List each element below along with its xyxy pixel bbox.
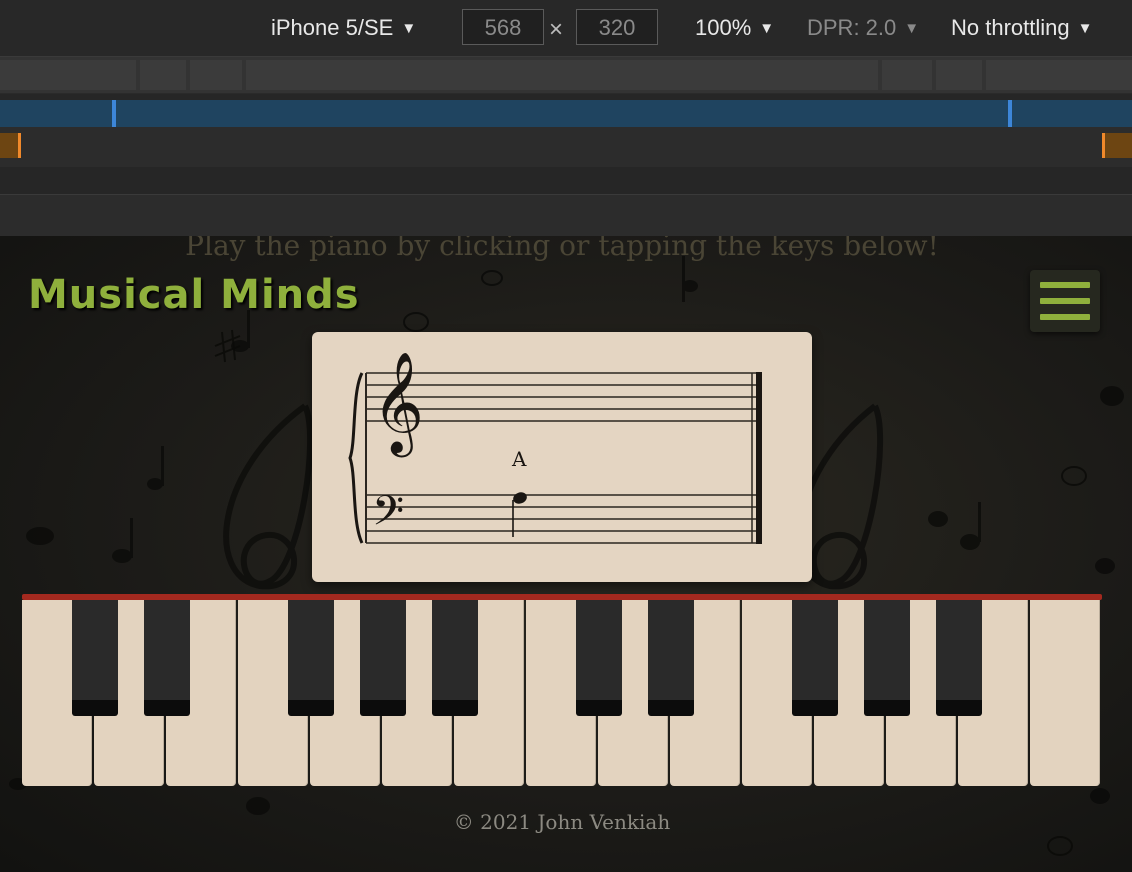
- hamburger-icon: [1040, 282, 1090, 288]
- media-query-segment[interactable]: [986, 60, 1132, 90]
- treble-clef-icon: 𝄞: [372, 350, 424, 458]
- media-query-segment[interactable]: [246, 60, 878, 90]
- throttling-select[interactable]: No throttling ▼: [951, 0, 1092, 56]
- chevron-down-icon: ▼: [759, 20, 775, 37]
- black-key[interactable]: [576, 600, 622, 716]
- zoom-select[interactable]: 100% ▼: [695, 0, 774, 56]
- tagline: Play the piano by clicking or tapping th…: [185, 236, 939, 262]
- zoom-select-label: 100%: [695, 15, 752, 40]
- hamburger-icon: [1040, 314, 1090, 320]
- black-key[interactable]: [864, 600, 910, 716]
- device-select[interactable]: iPhone 5/SE ▼: [271, 0, 416, 56]
- media-query-segment[interactable]: [140, 60, 186, 90]
- media-query-marker: [18, 133, 21, 158]
- chevron-down-icon: ▼: [401, 20, 417, 37]
- black-key[interactable]: [288, 600, 334, 716]
- media-query-segment[interactable]: [0, 60, 136, 90]
- bass-clef-icon: 𝄢: [372, 487, 404, 545]
- device-toolbar: iPhone 5/SE ▼ 568 × 320 100% ▼ DPR: 2.0 ▼ N…: [0, 0, 1132, 57]
- sheet-music: 𝄞 𝄢 A: [312, 332, 812, 582]
- dpr-select-label: DPR: 2.0: [807, 15, 897, 40]
- media-query-segment[interactable]: [936, 60, 982, 90]
- width-input[interactable]: 568: [462, 9, 544, 45]
- menu-button[interactable]: [1030, 270, 1100, 332]
- throttling-select-label: No throttling: [951, 15, 1070, 40]
- device-select-label: iPhone 5/SE: [271, 15, 394, 40]
- media-query-marker: [1008, 100, 1012, 127]
- black-key[interactable]: [432, 600, 478, 716]
- quarter-note-icon: [513, 492, 527, 504]
- ruler-bar: [0, 194, 1132, 237]
- grand-staff: 𝄞 𝄢 A: [348, 350, 762, 545]
- media-query-segment[interactable]: [190, 60, 242, 90]
- black-key[interactable]: [648, 600, 694, 716]
- media-query-marker: [1102, 133, 1105, 158]
- footer-copyright: © 2021 John Venkiah: [453, 810, 671, 834]
- black-key[interactable]: [144, 600, 190, 716]
- media-query-bar-min-width[interactable]: [0, 127, 1132, 167]
- media-query-bar-min-max[interactable]: [0, 100, 1132, 127]
- black-key[interactable]: [72, 600, 118, 716]
- note-label: A: [511, 447, 527, 471]
- media-query-segment-min[interactable]: [0, 133, 18, 158]
- chevron-down-icon: ▼: [1077, 20, 1093, 37]
- dpr-select[interactable]: DPR: 2.0 ▼: [807, 0, 919, 56]
- times-icon: ×: [549, 16, 564, 43]
- brand-logo[interactable]: Musical Minds: [28, 272, 360, 318]
- chevron-down-icon: ▼: [904, 20, 920, 37]
- black-key[interactable]: [360, 600, 406, 716]
- media-query-segment-min[interactable]: [1105, 133, 1132, 158]
- media-query-marker: [112, 100, 116, 127]
- piano-keyboard: [22, 594, 1102, 786]
- white-key[interactable]: [1030, 600, 1100, 786]
- black-key[interactable]: [936, 600, 982, 716]
- black-key[interactable]: [792, 600, 838, 716]
- media-query-segment[interactable]: [882, 60, 932, 90]
- brace-icon: [348, 372, 364, 544]
- height-input[interactable]: 320: [576, 9, 658, 45]
- hamburger-icon: [1040, 298, 1090, 304]
- page-viewport: Play the piano by clicking or tapping th…: [0, 236, 1132, 872]
